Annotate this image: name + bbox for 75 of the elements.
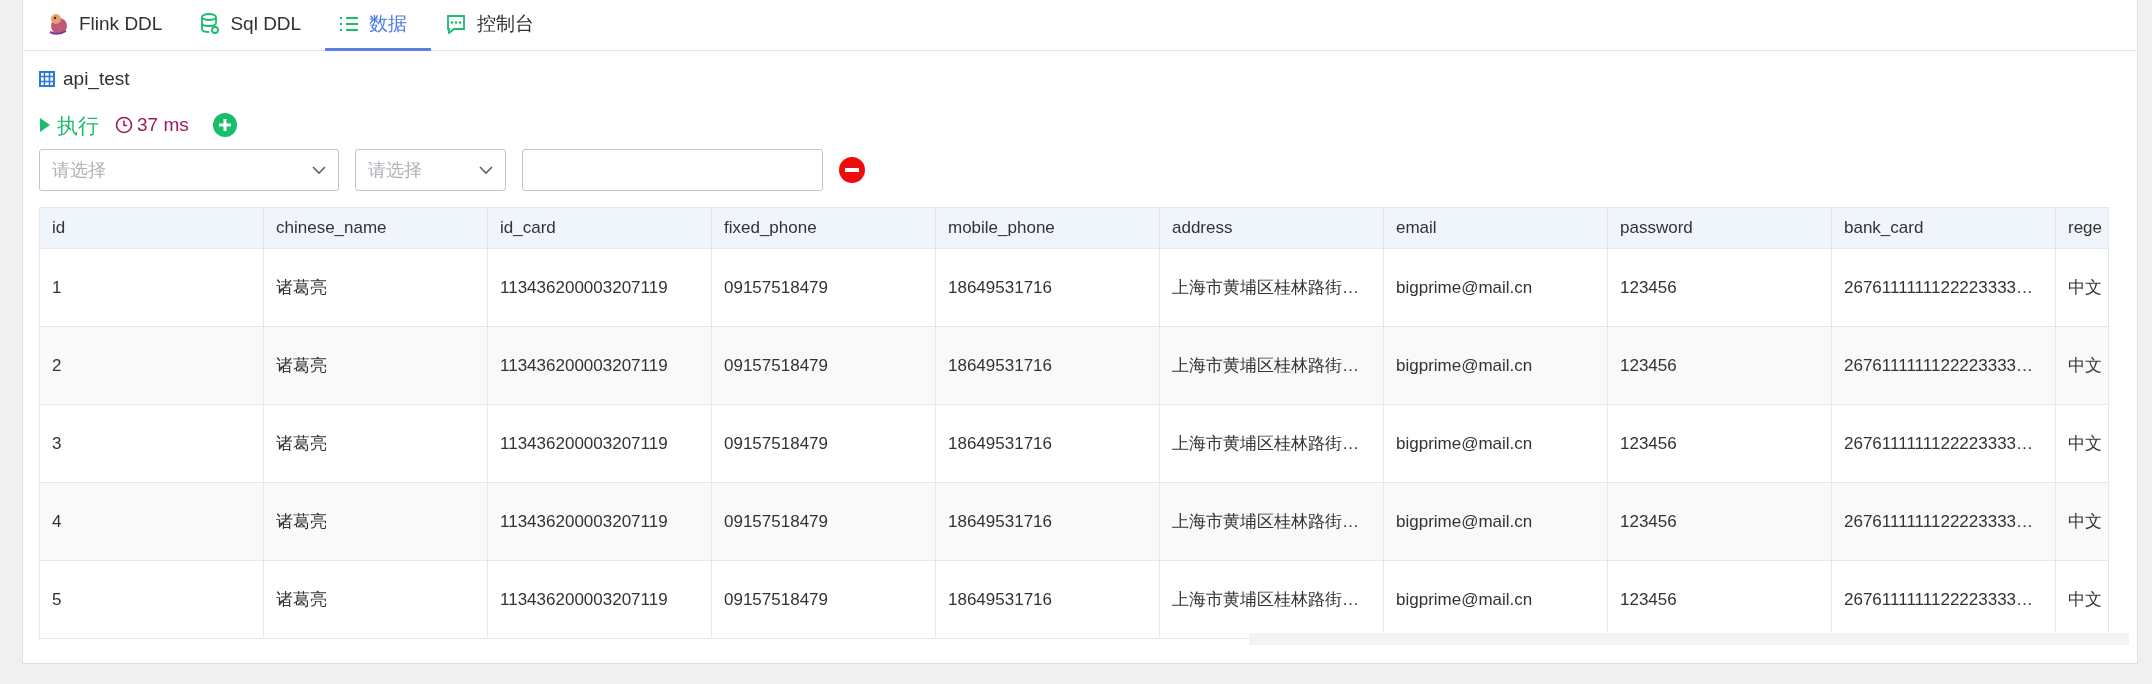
table-cell: 中文 bbox=[2055, 326, 2109, 405]
table-cell: 上海市黄埔区桂林路街… bbox=[1159, 326, 1384, 405]
add-icon[interactable] bbox=[212, 113, 237, 138]
play-icon bbox=[39, 117, 51, 134]
scrollbar[interactable] bbox=[1249, 633, 2129, 645]
elapsed-time: 37 ms bbox=[137, 113, 189, 137]
table-cell: 123456 bbox=[1607, 404, 1832, 483]
table-cell: 诸葛亮 bbox=[263, 326, 488, 405]
table-cell: 上海市黄埔区桂林路街… bbox=[1159, 248, 1384, 327]
table-cell: 113436200003207119 bbox=[487, 248, 712, 327]
remove-icon[interactable] bbox=[839, 157, 865, 183]
table-cell: 18649531716 bbox=[935, 326, 1160, 405]
table-cell: 2676111111122223333… bbox=[1831, 482, 2056, 561]
table-cell: 113436200003207119 bbox=[487, 404, 712, 483]
table-cell: bigprime@mail.cn bbox=[1383, 326, 1608, 405]
table-cell: 18649531716 bbox=[935, 482, 1160, 561]
table-cell: 2676111111122223333… bbox=[1831, 404, 2056, 483]
column-header: address bbox=[1159, 207, 1384, 249]
column-header: id_card bbox=[487, 207, 712, 249]
table-cell: 123456 bbox=[1607, 326, 1832, 405]
table-cell: 18649531716 bbox=[935, 248, 1160, 327]
table-cell: 2 bbox=[39, 326, 264, 405]
table-cell: 4 bbox=[39, 482, 264, 561]
table-cell: 18649531716 bbox=[935, 560, 1160, 639]
table-cell: 09157518479 bbox=[711, 560, 936, 639]
table-cell: 2676111111122223333… bbox=[1831, 326, 2056, 405]
column-header: rege bbox=[2055, 207, 2109, 249]
tab[interactable]: Sql DDL bbox=[186, 0, 326, 51]
table-icon bbox=[39, 71, 55, 88]
table-cell: 09157518479 bbox=[711, 482, 936, 561]
table-cell: 上海市黄埔区桂林路街… bbox=[1159, 404, 1384, 483]
table-cell: 1 bbox=[39, 248, 264, 327]
tab[interactable]: 控制台 bbox=[431, 0, 559, 51]
table-cell: 诸葛亮 bbox=[263, 482, 488, 561]
column-header: bank_card bbox=[1831, 207, 2056, 249]
tab[interactable]: 数据 bbox=[325, 0, 432, 51]
table-cell: 诸葛亮 bbox=[263, 248, 488, 327]
table-cell: 123456 bbox=[1607, 248, 1832, 327]
table-cell: 2676111111122223333… bbox=[1831, 248, 2056, 327]
table-cell: 113436200003207119 bbox=[487, 560, 712, 639]
database-icon bbox=[200, 13, 221, 35]
chat-icon bbox=[445, 14, 468, 34]
table-cell: 5 bbox=[39, 560, 264, 639]
clock-icon bbox=[115, 116, 133, 135]
caret-icon bbox=[479, 165, 493, 175]
column-header: mobile_phone bbox=[935, 207, 1160, 249]
column-header: chinese_name bbox=[263, 207, 488, 249]
table-cell: 中文 bbox=[2055, 248, 2109, 327]
table-cell: bigprime@mail.cn bbox=[1383, 482, 1608, 561]
table-cell: 中文 bbox=[2055, 404, 2109, 483]
table-cell: 诸葛亮 bbox=[263, 404, 488, 483]
table-cell: 09157518479 bbox=[711, 326, 936, 405]
table-cell: 3 bbox=[39, 404, 264, 483]
table-cell: 09157518479 bbox=[711, 248, 936, 327]
column-header: id bbox=[39, 207, 264, 249]
table-cell: 123456 bbox=[1607, 482, 1832, 561]
caret-icon bbox=[312, 165, 326, 175]
table-cell: 113436200003207119 bbox=[487, 326, 712, 405]
squirrel-icon bbox=[47, 12, 69, 36]
table-cell: bigprime@mail.cn bbox=[1383, 248, 1608, 327]
table-cell: 诸葛亮 bbox=[263, 560, 488, 639]
column-header: fixed_phone bbox=[711, 207, 936, 249]
column-header: email bbox=[1383, 207, 1608, 249]
table-name: api_test bbox=[63, 67, 130, 92]
table-cell: 18649531716 bbox=[935, 404, 1160, 483]
value-input[interactable] bbox=[522, 149, 823, 191]
table-cell: 113436200003207119 bbox=[487, 482, 712, 561]
run-button[interactable]: 执行 bbox=[39, 109, 99, 141]
column-header: password bbox=[1607, 207, 1832, 249]
list-icon bbox=[339, 15, 360, 33]
tab[interactable]: Flink DDL bbox=[33, 0, 187, 51]
table-cell: 上海市黄埔区桂林路街… bbox=[1159, 482, 1384, 561]
table-cell: bigprime@mail.cn bbox=[1383, 404, 1608, 483]
table-cell: 09157518479 bbox=[711, 404, 936, 483]
table-cell: 中文 bbox=[2055, 482, 2109, 561]
